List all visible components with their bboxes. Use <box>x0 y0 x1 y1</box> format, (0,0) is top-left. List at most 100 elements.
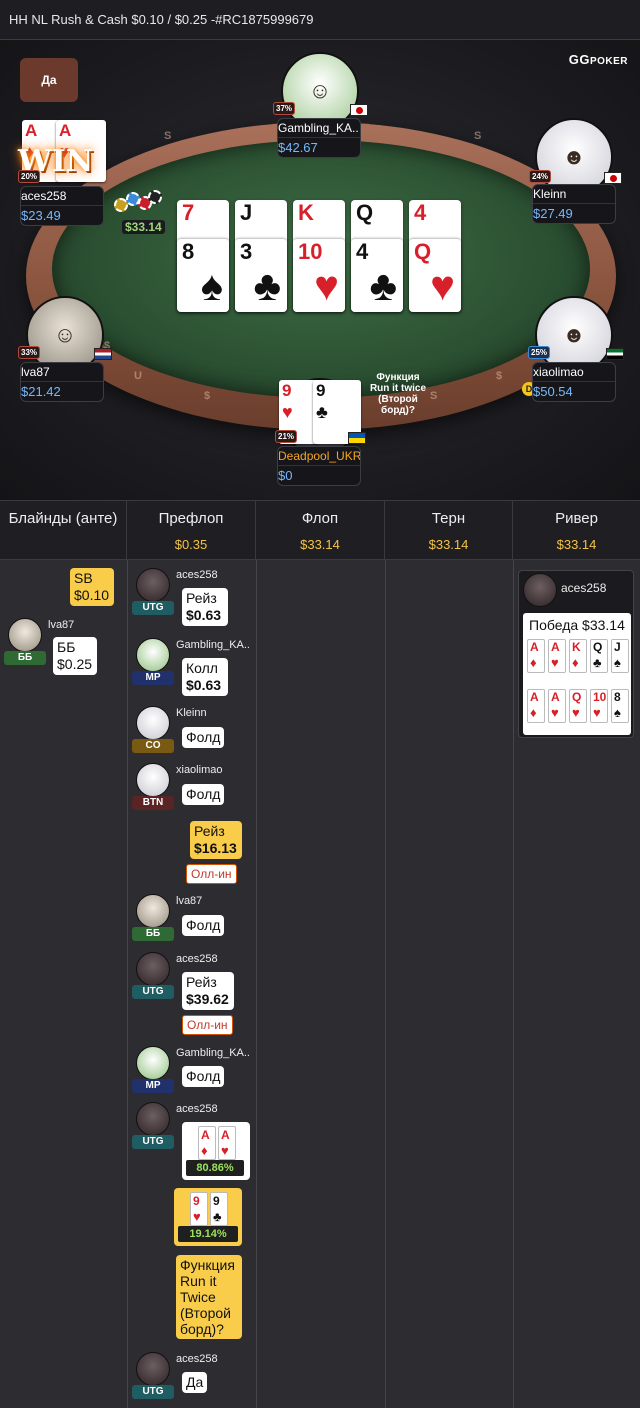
card-suit: ♥ <box>430 262 455 309</box>
player-name: Deadpool_UKR <box>278 447 360 466</box>
player-name: aces258 <box>176 1353 218 1365</box>
shown-card: 9 ♥ <box>190 1192 208 1226</box>
avatar[interactable] <box>136 952 170 986</box>
player-name: xiaolimao <box>533 363 615 382</box>
seat-deadpool-ukr[interactable]: Deadpool_UKR $0 <box>277 446 361 486</box>
column-divider <box>256 560 257 1408</box>
bb-label: ББ <box>57 639 76 655</box>
player-name: aces258 <box>176 953 218 965</box>
sb-amount: $0.10 <box>74 587 110 603</box>
position-badge: ББ <box>4 651 46 665</box>
rail-letter: S <box>164 130 172 142</box>
card-suit: ♣ <box>316 402 328 422</box>
avatar[interactable] <box>136 894 170 928</box>
column-pot: $33.14 <box>428 537 469 552</box>
yes-action: Да <box>182 1372 208 1393</box>
equity-badge: 37% <box>273 102 296 115</box>
avatar[interactable] <box>136 1102 170 1136</box>
player-name: aces258 <box>561 581 607 595</box>
column-divider <box>385 560 386 1408</box>
player-avatar-icon: ☻ <box>562 322 586 347</box>
bb-action: ББ $0.25 <box>53 637 97 675</box>
hand-card: J ♠ <box>611 639 629 673</box>
avatar[interactable] <box>136 1046 170 1080</box>
player-stack: $0 <box>278 468 293 483</box>
player-name: Kleinn <box>176 707 207 719</box>
position-badge: CO <box>132 739 174 753</box>
position-badge: ББ <box>132 927 174 941</box>
call-action: Колл $0.63 <box>182 658 228 696</box>
raise-action: Рейз $0.63 <box>182 588 228 626</box>
card-rank: Q <box>356 200 374 225</box>
seat-kleinn[interactable]: Kleinn $27.49 <box>532 184 616 224</box>
column-title: Ривер <box>555 510 598 527</box>
card-suit: ♦ <box>530 655 537 670</box>
pot-amount: $33.14 <box>122 220 165 234</box>
avatar[interactable] <box>136 568 170 602</box>
position-badge: UTG <box>132 1385 174 1399</box>
card-suit: ♠ <box>614 655 621 670</box>
run-twice-prompt: Функция Run it twice (Второй борд)? <box>368 368 428 418</box>
card-rank: 9 <box>316 381 326 400</box>
player-name: aces258 <box>21 187 103 206</box>
avatar[interactable] <box>136 1352 170 1386</box>
card-suit: ♥ <box>572 705 580 720</box>
position-badge: UTG <box>132 985 174 999</box>
player-name: Gambling_KA.. <box>176 1047 250 1059</box>
logo-brand: GG <box>568 52 590 67</box>
column-title: Блайнды (анте) <box>8 510 118 527</box>
card-rank: A <box>530 690 539 704</box>
chat-bubble: Да <box>20 58 78 102</box>
japan-flag-icon <box>350 104 368 116</box>
position-badge: UTG <box>132 1135 174 1149</box>
position-badge: BTN <box>132 796 174 810</box>
position-badge: UTG <box>132 601 174 615</box>
player-name: lva87 <box>176 895 203 907</box>
avatar[interactable] <box>136 638 170 672</box>
seat-lva87[interactable]: lva87 $21.42 <box>20 362 104 402</box>
sb-label: SB <box>74 570 93 586</box>
card-suit: ♥ <box>314 262 339 309</box>
avatar[interactable] <box>523 573 557 607</box>
logo-sub: POKER <box>589 56 628 67</box>
card-rank: Q <box>572 690 582 704</box>
hand-history-app: HH NL Rush & Cash $0.10 / $0.25 -#RC1875… <box>0 0 640 1408</box>
player-name: aces258 <box>176 569 218 581</box>
card-rank: A <box>25 121 38 140</box>
rail-letter: S <box>430 390 438 402</box>
card-suit: ♥ <box>551 655 559 670</box>
column-river: Ривер $33.14 <box>513 501 640 561</box>
player-avatar-icon: ☺ <box>308 78 332 103</box>
player-name: lva87 <box>48 619 75 631</box>
shown-card: 9 ♣ <box>210 1192 228 1226</box>
seat-gambling[interactable]: Gambling_KA.. $42.67 <box>277 118 361 158</box>
card-suit: ♣ <box>593 655 602 670</box>
avatar[interactable] <box>8 618 42 652</box>
equity-badge: 25% <box>528 346 551 359</box>
seat-xiaolimao[interactable]: xiaolimao $50.54 <box>532 362 616 402</box>
equity-value: 80.86% <box>186 1160 244 1176</box>
action-type: Рейз <box>194 823 225 839</box>
win-amount: Победа $33.14 <box>529 617 625 633</box>
card-rank: A <box>59 121 72 140</box>
avatar[interactable] <box>136 706 170 740</box>
card-rank: K <box>298 200 314 225</box>
player-stack: $23.49 <box>21 208 61 223</box>
seat-aces258[interactable]: aces258 $23.49 <box>20 186 104 226</box>
equity-badge: 24% <box>529 170 552 183</box>
card-suit: ♦ <box>201 1143 208 1158</box>
player-avatar-icon: ☺ <box>53 322 77 347</box>
column-turn: Терн $33.14 <box>385 501 513 561</box>
hero-raise-action: Рейз $16.13 <box>190 821 242 859</box>
run-twice-text: Функция Run it twice (Второй борд)? <box>369 372 427 416</box>
card-suit: ♥ <box>221 1143 229 1158</box>
column-blinds: Блайнды (анте) <box>0 501 127 561</box>
card-rank: 4 <box>414 200 427 225</box>
player-name: Gambling_KA.. <box>278 119 360 138</box>
card-rank: A <box>551 690 560 704</box>
allin-badge: Олл-ин <box>182 1015 233 1035</box>
shown-card: A ♥ <box>218 1126 236 1160</box>
avatar[interactable] <box>136 763 170 797</box>
equity-value: 19.14% <box>178 1226 238 1242</box>
card-rank: 4 <box>356 239 369 264</box>
